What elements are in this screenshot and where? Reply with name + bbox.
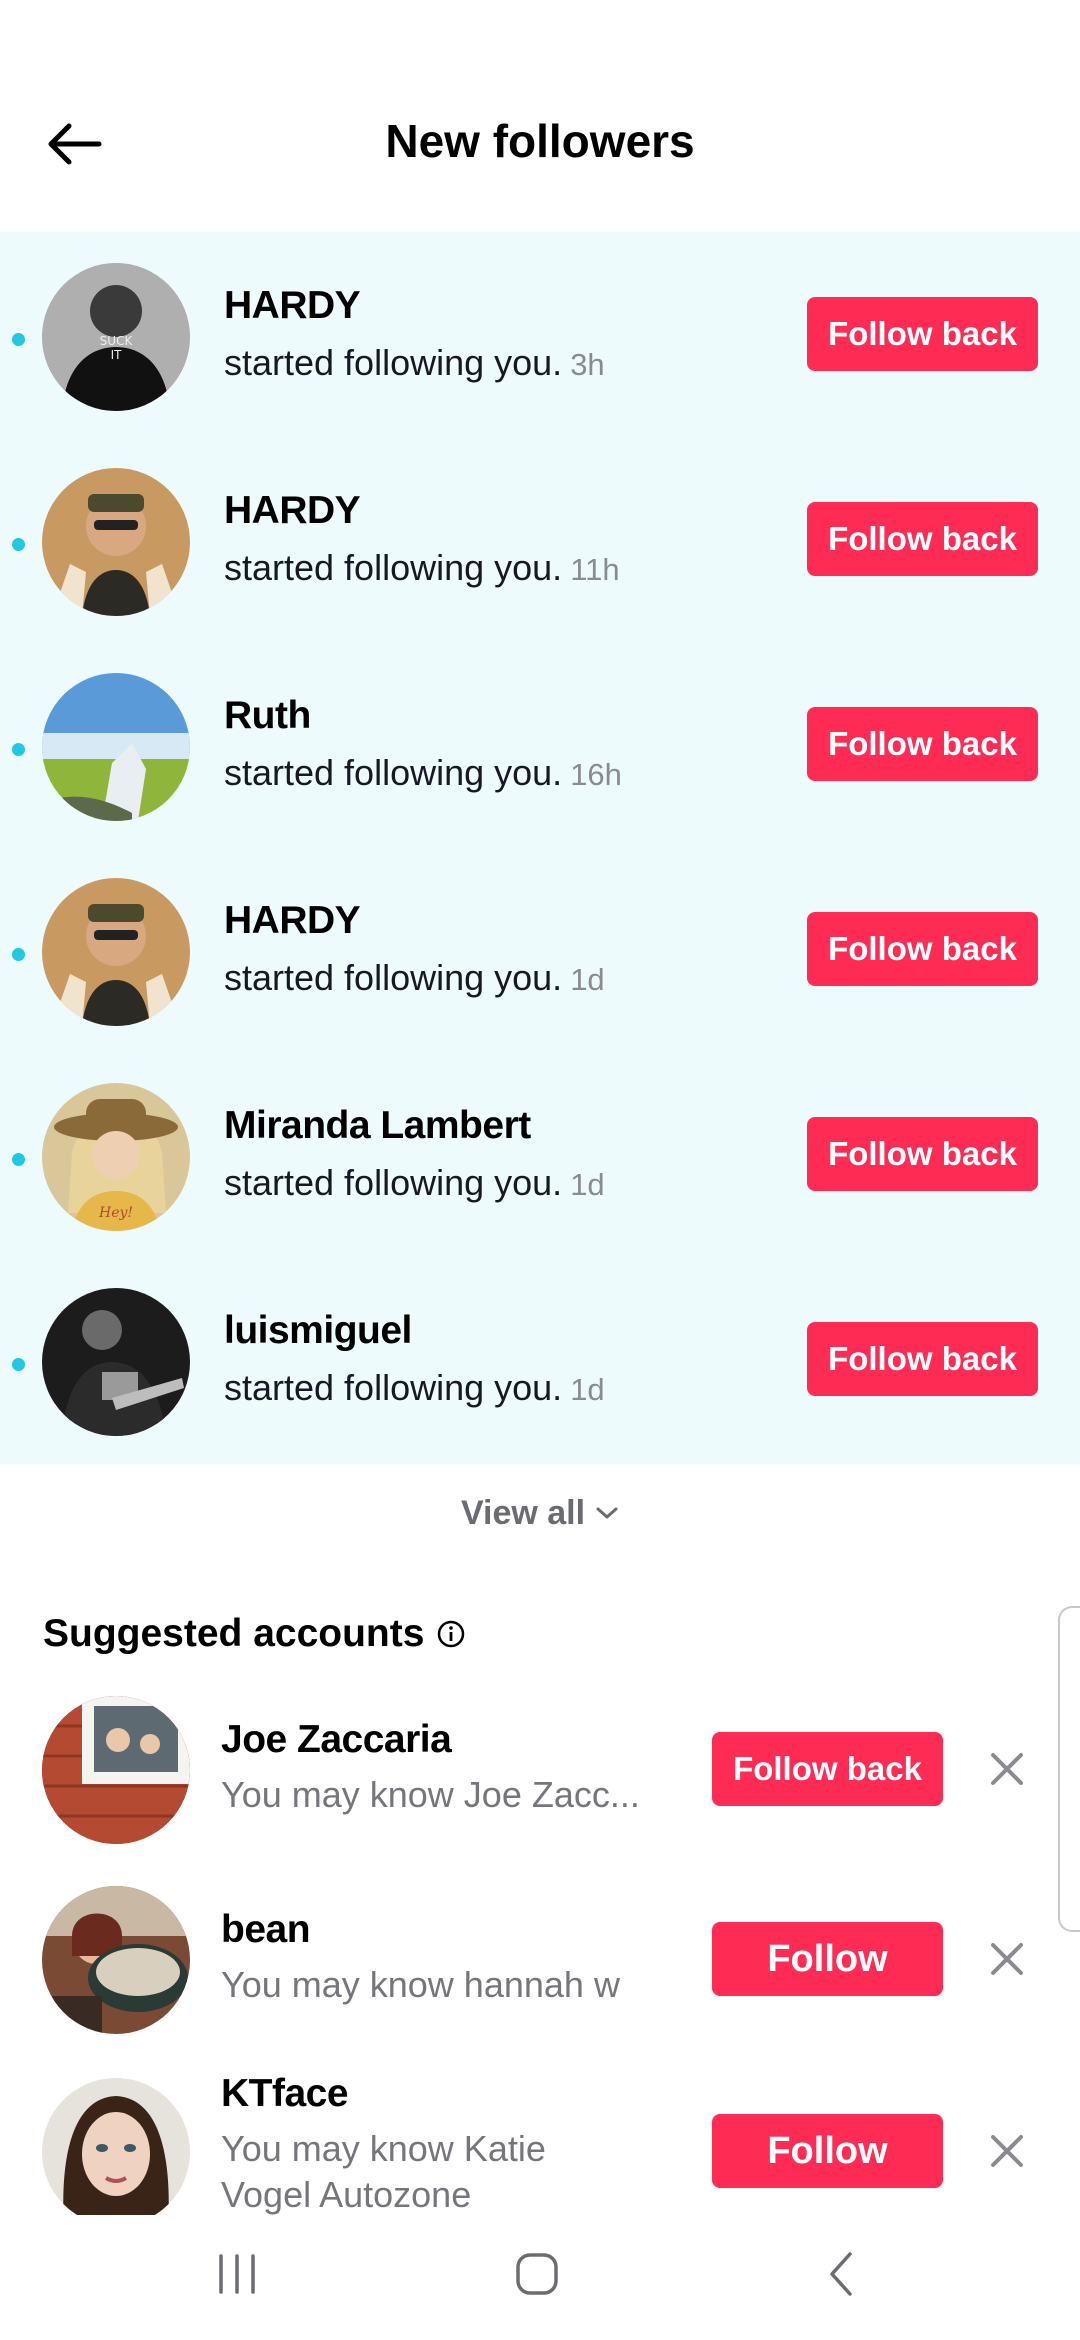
avatar[interactable] (42, 878, 190, 1026)
follower-row[interactable]: Ruth started following you. 16h Follow ba… (0, 642, 1080, 847)
avatar[interactable] (42, 1696, 190, 1844)
svg-text:SUCK: SUCK (100, 334, 134, 348)
follow-back-button[interactable]: Follow back (807, 297, 1038, 371)
activity-text: started following you. (224, 752, 563, 793)
follow-button[interactable]: Follow (712, 1922, 943, 1996)
close-icon (991, 2135, 1023, 2167)
recent-apps-icon (219, 2254, 255, 2294)
account-subtitle: You may know Joe Zacc... (221, 1774, 640, 1815)
follower-activity: started following you. 16h (224, 752, 622, 794)
account-name[interactable]: Joe Zaccaria (221, 1718, 452, 1762)
follow-button[interactable]: Follow (712, 2114, 943, 2188)
dismiss-button[interactable] (980, 1742, 1034, 1796)
view-all-label: View all (460, 1493, 586, 1532)
follower-row[interactable]: HARDY started following you. 11h Follow b… (0, 437, 1080, 642)
follower-name[interactable]: Ruth (224, 694, 311, 738)
activity-time: 1d (570, 962, 605, 997)
activity-time: 11h (570, 552, 620, 587)
activity-text: started following you. (224, 957, 563, 998)
suggested-title-text: Suggested accounts (43, 1612, 425, 1655)
home-icon (516, 2253, 558, 2295)
activity-time: 1d (570, 1167, 605, 1202)
system-back-button[interactable] (796, 2239, 886, 2309)
follower-activity: started following you. 1d (224, 1162, 605, 1204)
suggested-account-row[interactable]: KTface You may know Katie Vogel Autozone… (0, 2070, 1080, 2215)
follower-activity: started following you. 1d (224, 957, 605, 999)
suggested-account-row[interactable]: Joe Zaccaria You may know Joe Zacc... Fo… (0, 1690, 1080, 1880)
page-title: New followers (385, 115, 695, 167)
new-followers-list: SUCK IT HARDY started following you. 3h F… (0, 232, 1080, 1464)
unread-dot (12, 1153, 25, 1166)
activity-text: started following you. (224, 342, 563, 383)
follow-back-button[interactable]: Follow back (807, 1322, 1038, 1396)
follow-back-button[interactable]: Follow back (712, 1732, 943, 1806)
unread-dot (12, 948, 25, 961)
unread-dot (12, 333, 25, 346)
dismiss-button[interactable] (980, 2124, 1034, 2178)
unread-dot (12, 1358, 25, 1371)
info-icon[interactable] (436, 1619, 466, 1649)
avatar[interactable] (42, 1886, 190, 2034)
header: New followers (0, 0, 1080, 232)
follower-activity: started following you. 1d (224, 1367, 605, 1409)
avatar[interactable] (42, 2078, 190, 2215)
follower-row[interactable]: SUCK IT HARDY started following you. 3h F… (0, 232, 1080, 437)
follow-back-button[interactable]: Follow back (807, 1117, 1038, 1191)
close-icon (991, 1943, 1023, 1975)
activity-text: started following you. (224, 1367, 563, 1408)
account-subtitle: You may know Katie Vogel Autozone (221, 2128, 546, 2215)
follower-row[interactable]: luismiguel started following you. 1d Foll… (0, 1257, 1080, 1462)
activity-time: 16h (570, 757, 622, 792)
follow-back-button[interactable]: Follow back (807, 707, 1038, 781)
account-name[interactable]: bean (221, 1908, 311, 1952)
suggested-accounts-title: Suggested accounts (43, 1612, 466, 1656)
avatar[interactable] (42, 1288, 190, 1436)
account-subtitle: You may know hannah w (221, 1964, 620, 2005)
follower-row[interactable]: Hey! Miranda Lambert started following y… (0, 1052, 1080, 1257)
account-name[interactable]: KTface (221, 2072, 349, 2116)
svg-text:Hey!: Hey! (98, 1205, 133, 1221)
avatar[interactable]: Hey! (42, 1083, 190, 1231)
follower-activity: started following you. 11h (224, 547, 620, 589)
activity-text: started following you. (224, 1162, 563, 1203)
follow-back-button[interactable]: Follow back (807, 502, 1038, 576)
system-nav-bar (0, 2215, 1080, 2340)
follower-name[interactable]: luismiguel (224, 1309, 412, 1353)
follower-name[interactable]: HARDY (224, 489, 361, 533)
activity-time: 1d (570, 1372, 605, 1407)
follower-name[interactable]: HARDY (224, 284, 361, 328)
unread-dot (12, 538, 25, 551)
follower-name[interactable]: Miranda Lambert (224, 1104, 531, 1148)
close-icon (991, 1753, 1023, 1785)
avatar[interactable]: SUCK IT (42, 263, 190, 411)
activity-time: 3h (570, 347, 605, 382)
chevron-down-icon (596, 1507, 618, 1519)
unread-dot (12, 743, 25, 756)
back-icon (830, 2252, 852, 2296)
recent-apps-button[interactable] (192, 2239, 282, 2309)
follower-activity: started following you. 3h (224, 342, 605, 384)
activity-text: started following you. (224, 547, 563, 588)
follower-name[interactable]: HARDY (224, 899, 361, 943)
home-button[interactable] (492, 2239, 582, 2309)
follow-back-button[interactable]: Follow back (807, 912, 1038, 986)
follower-row[interactable]: HARDY started following you. 1d Follow ba… (0, 847, 1080, 1052)
avatar[interactable] (42, 673, 190, 821)
svg-text:IT: IT (111, 348, 123, 362)
view-all-button[interactable]: View all (0, 1490, 1080, 1536)
suggested-account-row[interactable]: bean You may know hannah w Follow (0, 1880, 1080, 2070)
dismiss-button[interactable] (980, 1932, 1034, 1986)
avatar[interactable] (42, 468, 190, 616)
